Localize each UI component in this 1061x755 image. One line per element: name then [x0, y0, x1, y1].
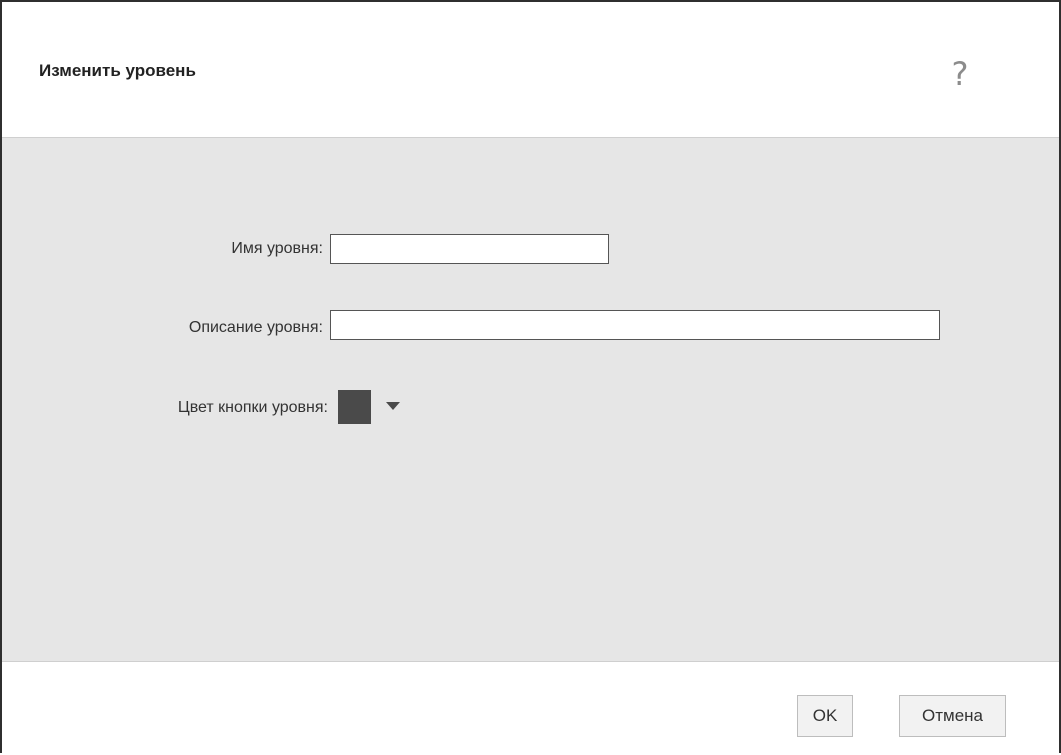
color-swatch[interactable]: [338, 390, 371, 424]
level-description-input[interactable]: [330, 310, 940, 340]
triangle-down-icon: [386, 402, 400, 410]
level-button-color-label: Цвет кнопки уровня:: [177, 399, 328, 416]
level-description-label: Описание уровня:: [188, 319, 323, 336]
change-level-dialog: Изменить уровень ? Имя уровня: Описание …: [0, 0, 1061, 755]
ok-button[interactable]: OK: [797, 695, 853, 737]
cancel-button[interactable]: Отмена: [899, 695, 1006, 737]
dialog-footer: OK Отмена: [2, 662, 1059, 755]
color-dropdown-button[interactable]: [382, 396, 404, 418]
dialog-title: Изменить уровень: [39, 61, 196, 80]
dialog-header: Изменить уровень ?: [2, 2, 1059, 138]
level-name-input[interactable]: [330, 234, 609, 264]
question-mark-icon[interactable]: ?: [945, 54, 975, 94]
level-name-label: Имя уровня:: [231, 240, 323, 257]
dialog-body: Имя уровня: Описание уровня: Цвет кнопки…: [2, 138, 1059, 662]
